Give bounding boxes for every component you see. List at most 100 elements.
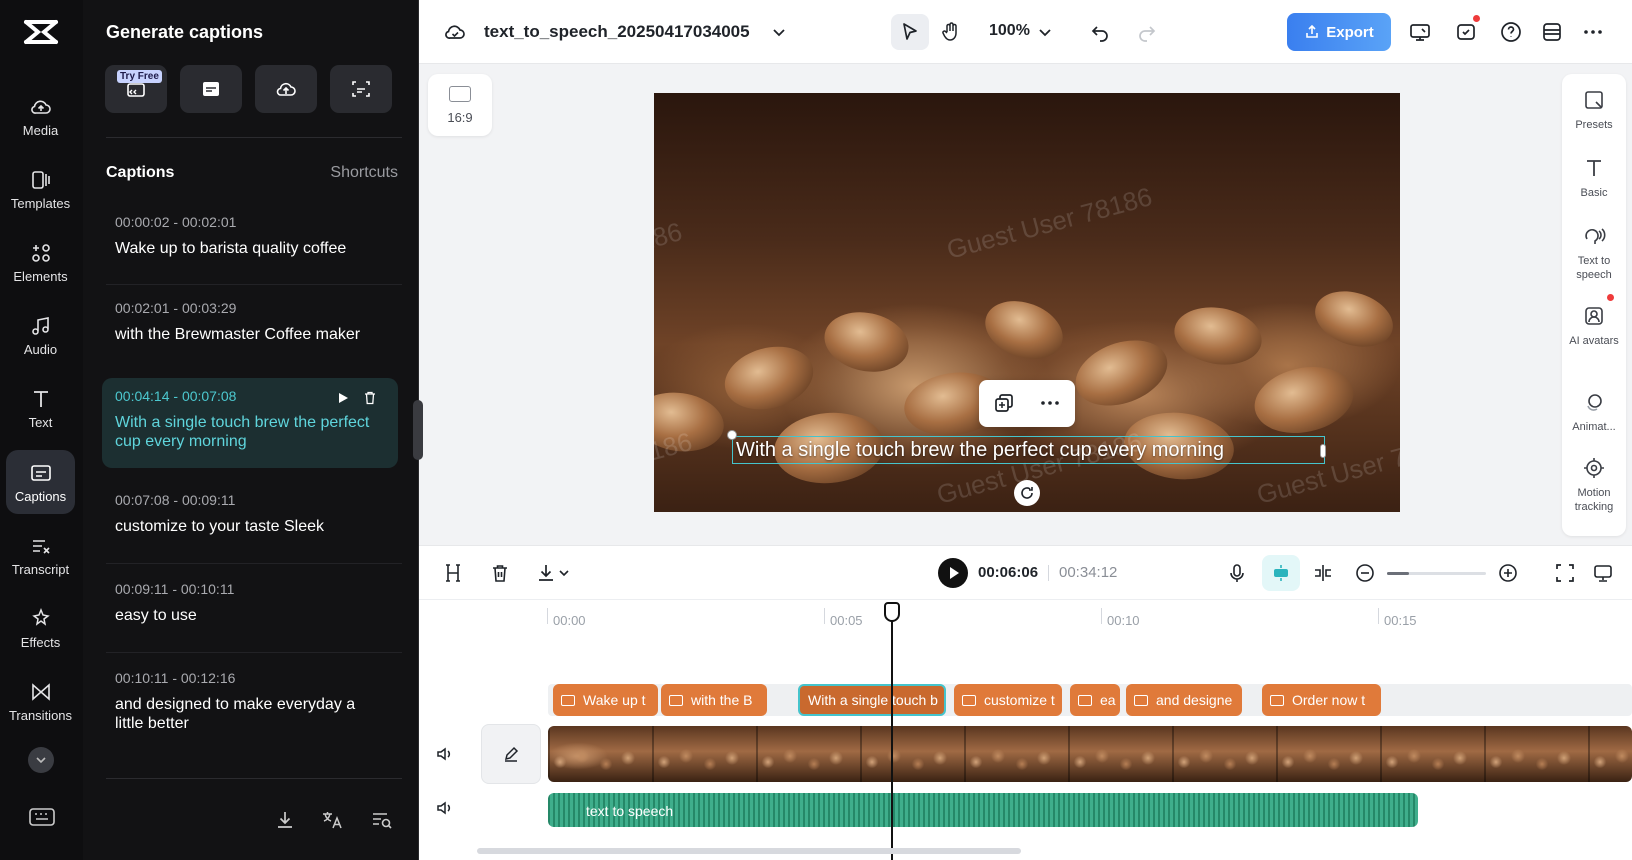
tool-animation[interactable]: Animat...	[1562, 390, 1626, 434]
horizontal-scrollbar[interactable]	[477, 848, 1021, 854]
scan-captions-button[interactable]	[330, 65, 392, 113]
timeline: 00:06:06 00:34:12 00:00 00:05 00:10 00:1…	[419, 545, 1632, 860]
rail-effects[interactable]: Effects	[6, 596, 75, 660]
play-button[interactable]	[938, 558, 968, 588]
cloud-sync-icon[interactable]	[443, 20, 467, 44]
tool-motion-tracking[interactable]: Motion tracking	[1562, 456, 1626, 514]
layers-icon[interactable]	[1540, 20, 1564, 44]
manual-captions-button[interactable]	[180, 65, 242, 113]
split-clip-icon[interactable]	[1312, 562, 1334, 584]
search-list-icon[interactable]	[370, 808, 394, 832]
fit-screen-icon[interactable]	[1554, 562, 1576, 584]
caption-text[interactable]: with the Brewmaster Coffee maker	[115, 325, 385, 344]
audio-track[interactable]	[548, 793, 1418, 827]
rail-media[interactable]: Media	[6, 84, 75, 148]
caption-text[interactable]: Wake up to barista quality coffee	[115, 239, 385, 258]
capcut-logo[interactable]	[22, 14, 60, 50]
duplicate-icon[interactable]	[993, 392, 1015, 414]
pointer-icon[interactable]	[898, 20, 922, 44]
caption-overlay[interactable]: With a single touch brew the perfect cup…	[732, 436, 1325, 464]
tool-basic[interactable]: Basic	[1562, 156, 1626, 200]
ruler-label: 00:10	[1107, 613, 1140, 628]
tool-ai-avatars[interactable]: AI avatars	[1562, 304, 1626, 348]
caption-item-active[interactable]: 00:04:14 - 00:07:08 With a single touch …	[102, 378, 398, 468]
resize-handle[interactable]	[727, 430, 737, 440]
rail-elements[interactable]: Elements	[6, 230, 75, 294]
split-icon[interactable]	[442, 562, 464, 584]
zoom-in-icon[interactable]	[1497, 562, 1519, 584]
redo-icon[interactable]	[1135, 20, 1159, 44]
panel-collapse-handle[interactable]	[413, 400, 423, 460]
video-track[interactable]	[548, 726, 1632, 782]
upload-captions-button[interactable]	[255, 65, 317, 113]
rail-templates[interactable]: Templates	[6, 157, 75, 221]
present-icon[interactable]	[1408, 20, 1432, 44]
caption-text[interactable]: and designed to make everyday a little b…	[115, 695, 385, 733]
play-icon[interactable]	[336, 391, 350, 405]
caption-clip[interactable]: Order now t	[1262, 684, 1381, 716]
rail-captions[interactable]: Captions	[6, 450, 75, 514]
help-icon[interactable]	[1499, 20, 1523, 44]
more-icon[interactable]	[1581, 20, 1605, 44]
zoom-slider[interactable]	[1387, 572, 1486, 575]
zoom-out-icon[interactable]	[1354, 562, 1376, 584]
caption-item[interactable]: 00:07:08 - 00:09:11 customize to your ta…	[102, 482, 398, 546]
effects-icon	[31, 607, 50, 626]
volume-icon[interactable]	[435, 798, 455, 818]
rotate-icon	[1021, 487, 1033, 499]
resize-handle[interactable]	[1320, 444, 1326, 458]
rail-transcript[interactable]: Transcript	[6, 523, 75, 587]
caption-clip-selected[interactable]: With a single touch b	[798, 684, 946, 716]
more-icon[interactable]	[1039, 392, 1061, 414]
chevron-down-icon[interactable]	[767, 20, 791, 44]
rail-expand-button[interactable]	[28, 747, 54, 773]
clip-label: Order now t	[1292, 692, 1366, 708]
download-icon[interactable]	[273, 808, 297, 832]
translate-icon[interactable]	[320, 808, 344, 832]
cover-button[interactable]	[481, 724, 541, 784]
timeline-toolbar: 00:06:06 00:34:12	[419, 546, 1632, 600]
shield-icon[interactable]	[1454, 20, 1478, 44]
caption-text[interactable]: customize to your taste Sleek	[115, 517, 385, 536]
rail-label: Transitions	[8, 707, 73, 723]
rail-audio[interactable]: Audio	[6, 303, 75, 367]
caption-clip[interactable]: Wake up t	[553, 684, 658, 716]
playhead[interactable]	[891, 604, 893, 860]
caption-clip[interactable]: customize t	[954, 684, 1062, 716]
auto-snap-button[interactable]	[1262, 555, 1300, 591]
coffee-bean	[1248, 358, 1360, 442]
trash-icon[interactable]	[489, 562, 511, 584]
rotate-handle[interactable]	[1014, 480, 1040, 506]
monitor-icon[interactable]	[1592, 562, 1614, 584]
caption-item[interactable]: 00:10:11 - 00:12:16 and designed to make…	[102, 660, 398, 743]
caption-text[interactable]: With a single touch brew the perfect cup…	[115, 413, 385, 451]
rail-label: Text	[28, 414, 53, 430]
caption-clip[interactable]: ea	[1070, 684, 1120, 716]
tool-text-to-speech[interactable]: Text to speech	[1562, 224, 1626, 282]
caption-item[interactable]: 00:00:02 - 00:02:01 Wake up to barista q…	[102, 204, 398, 268]
caption-item[interactable]: 00:09:11 - 00:10:11 easy to use	[102, 571, 398, 635]
hand-icon[interactable]	[939, 20, 963, 44]
chevron-down-icon[interactable]	[1033, 20, 1057, 44]
undo-icon[interactable]	[1088, 20, 1112, 44]
caption-clip[interactable]: and designe	[1126, 684, 1242, 716]
trash-icon[interactable]	[362, 390, 378, 406]
tool-presets[interactable]: Presets	[1562, 88, 1626, 132]
aspect-ratio-button[interactable]: 16:9	[428, 74, 492, 136]
volume-icon[interactable]	[435, 744, 455, 764]
caption-clip[interactable]: with the B	[661, 684, 767, 716]
shortcuts-link[interactable]: Shortcuts	[330, 164, 398, 182]
caption-text[interactable]: easy to use	[115, 606, 385, 625]
playhead-handle[interactable]	[884, 602, 900, 622]
project-name[interactable]: text_to_speech_20250417034005	[484, 22, 750, 42]
keyboard-icon[interactable]	[28, 806, 56, 828]
auto-captions-button[interactable]: Try Free	[105, 65, 167, 113]
caption-item[interactable]: 00:02:01 - 00:03:29 with the Brewmaster …	[102, 290, 398, 354]
zoom-level[interactable]: 100%	[989, 22, 1030, 40]
rail-transitions[interactable]: Transitions	[6, 669, 75, 733]
export-button[interactable]: Export	[1287, 13, 1391, 51]
microphone-icon[interactable]	[1226, 562, 1248, 584]
download-icon[interactable]	[535, 562, 557, 584]
chevron-down-icon[interactable]	[557, 562, 571, 584]
rail-text[interactable]: Text	[6, 376, 75, 440]
